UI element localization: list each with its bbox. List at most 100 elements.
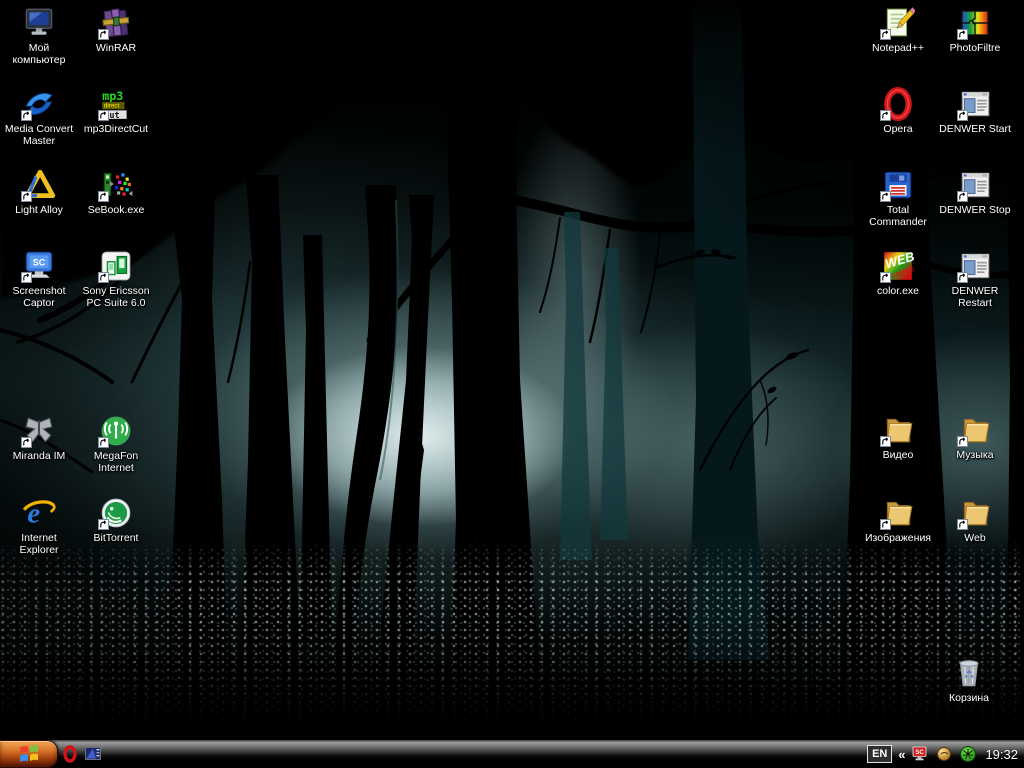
desktop-icon-label: Notepad++: [870, 42, 926, 54]
desktop[interactable]: Мой компьютер WinRAR: [0, 0, 1024, 740]
desktop-icon-screenshot-captor[interactable]: SC Screenshot Captor: [0, 249, 78, 309]
winrar-icon: [99, 6, 133, 40]
desktop-icon-label: DENWER Restart: [936, 285, 1014, 309]
system-tray: EN « SC: [867, 740, 1018, 768]
desktop-icon-mp3directcut[interactable]: mp3 direct :ut mp3DirectCut: [77, 87, 155, 135]
antivirus-spider-tray-icon[interactable]: [959, 745, 977, 763]
shortcut-arrow-icon: [98, 519, 109, 530]
shortcut-arrow-icon: [957, 519, 968, 530]
shortcut-arrow-icon: [21, 191, 32, 202]
folder-icon: [958, 496, 992, 530]
desktop-icon-label: Media Convert Master: [0, 123, 78, 147]
desktop-icon-label: WinRAR: [94, 42, 138, 54]
desktop-icon-label: color.exe: [875, 285, 921, 297]
desktop-icon-folder-music[interactable]: Музыка: [936, 413, 1014, 461]
denwer-window-icon: [958, 249, 992, 283]
language-indicator[interactable]: EN: [867, 745, 892, 763]
desktop-icon-sony-ericsson-pc-suite[interactable]: Sony Ericsson PC Suite 6.0: [77, 249, 155, 309]
desktop-icon-notepad-plus-plus[interactable]: Notepad++: [859, 6, 937, 54]
folder-icon: [881, 496, 915, 530]
opera-quicklaunch-icon[interactable]: [61, 745, 79, 763]
desktop-icon-label: BitTorrent: [92, 532, 141, 544]
internet-explorer-icon: e: [22, 496, 56, 530]
svg-text:direct: direct: [104, 103, 120, 110]
desktop-icon-folder-web[interactable]: Web: [936, 496, 1014, 544]
svg-text:SC: SC: [33, 257, 46, 267]
start-button[interactable]: [0, 740, 58, 768]
photofiltre-icon: [958, 6, 992, 40]
desktop-icon-label: mp3DirectCut: [82, 123, 150, 135]
taskbar-clock[interactable]: 19:32: [985, 747, 1018, 762]
shortcut-arrow-icon: [880, 29, 891, 40]
mp3directcut-icon: mp3 direct :ut: [99, 87, 133, 121]
media-convert-master-icon: [22, 87, 56, 121]
desktop-icon-folder-video[interactable]: Видео: [859, 413, 937, 461]
total-commander-icon: [881, 168, 915, 202]
desktop-icon-light-alloy[interactable]: Light Alloy: [0, 168, 78, 216]
desktop-icon-recycle-bin[interactable]: Корзина: [930, 656, 1008, 704]
folder-icon: [881, 413, 915, 447]
windows-flag-icon: [17, 742, 41, 766]
desktop-icon-megafon-internet[interactable]: MegaFon Internet: [77, 414, 155, 474]
desktop-icon-total-commander[interactable]: Total Commander: [859, 168, 937, 228]
shortcut-arrow-icon: [880, 272, 891, 283]
bittorrent-icon: [99, 496, 133, 530]
shortcut-arrow-icon: [957, 436, 968, 447]
desktop-icon-label: MegaFon Internet: [77, 450, 155, 474]
shortcut-arrow-icon: [98, 191, 109, 202]
notepad-plus-plus-icon: [881, 6, 915, 40]
desktop-icon-denwer-stop[interactable]: DENWER Stop: [936, 168, 1014, 216]
folder-icon: [958, 413, 992, 447]
desktop-icon-sebook[interactable]: SeBook.exe: [77, 168, 155, 216]
shortcut-arrow-icon: [957, 191, 968, 202]
desktop-icon-label: Изображения: [863, 532, 933, 544]
desktop-icon-folder-images[interactable]: Изображения: [859, 496, 937, 544]
desktop-icon-label: Light Alloy: [13, 204, 65, 216]
desktop-icon-opera[interactable]: Opera: [859, 87, 937, 135]
desktop-icon-label: DENWER Start: [937, 123, 1013, 135]
desktop-icon-winrar[interactable]: WinRAR: [77, 6, 155, 54]
miranda-im-icon: [22, 414, 56, 448]
shortcut-arrow-icon: [957, 272, 968, 283]
desktop-icon-label: DENWER Stop: [937, 204, 1012, 216]
gold-orb-tray-icon[interactable]: [935, 745, 953, 763]
desktop-icon-bittorrent[interactable]: BitTorrent: [77, 496, 155, 544]
sebook-icon: [99, 168, 133, 202]
screenshot-captor-tray-icon[interactable]: SC: [911, 745, 929, 763]
shortcut-arrow-icon: [957, 110, 968, 121]
shortcut-arrow-icon: [880, 519, 891, 530]
desktop-icon-label: Opera: [881, 123, 914, 135]
desktop-icon-denwer-restart[interactable]: DENWER Restart: [936, 249, 1014, 309]
desktop-icon-media-convert-master[interactable]: Media Convert Master: [0, 87, 78, 147]
desktop-icon-label: Sony Ericsson PC Suite 6.0: [77, 285, 155, 309]
shortcut-arrow-icon: [21, 110, 32, 121]
desktop-icon-label: SeBook.exe: [86, 204, 147, 216]
color-exe-icon: WEB color©: [881, 249, 915, 283]
desktop-icon-label: Internet Explorer: [0, 532, 78, 556]
show-desktop-quicklaunch-icon[interactable]: [84, 745, 102, 763]
desktop-icon-label: Видео: [881, 449, 916, 461]
desktop-icon-my-computer[interactable]: Мой компьютер: [0, 6, 78, 66]
screenshot-captor-icon: SC: [22, 249, 56, 283]
desktop-icon-color-exe[interactable]: WEB color© color.exe: [859, 249, 937, 297]
desktop-icon-label: Total Commander: [859, 204, 937, 228]
desktop-icon-label: PhotoFiltre: [948, 42, 1003, 54]
megafon-internet-icon: [99, 414, 133, 448]
shortcut-arrow-icon: [98, 29, 109, 40]
hidden-icons-chevron[interactable]: «: [898, 747, 905, 762]
light-alloy-icon: [22, 168, 56, 202]
desktop-icon-photofiltre[interactable]: PhotoFiltre: [936, 6, 1014, 54]
desktop-icon-label: Музыка: [954, 449, 995, 461]
sony-ericsson-pc-suite-icon: [99, 249, 133, 283]
my-computer-icon: [22, 6, 56, 40]
recycle-bin-icon: [952, 656, 986, 690]
desktop-icon-label: Корзина: [947, 692, 991, 704]
shortcut-arrow-icon: [98, 437, 109, 448]
desktop-icon-label: Мой компьютер: [0, 42, 78, 66]
desktop-icon-denwer-start[interactable]: DENWER Start: [936, 87, 1014, 135]
svg-text:mp3: mp3: [102, 89, 123, 103]
shortcut-arrow-icon: [880, 191, 891, 202]
shortcut-arrow-icon: [21, 437, 32, 448]
desktop-icon-internet-explorer[interactable]: e Internet Explorer: [0, 496, 78, 556]
desktop-icon-miranda-im[interactable]: Miranda IM: [0, 414, 78, 462]
